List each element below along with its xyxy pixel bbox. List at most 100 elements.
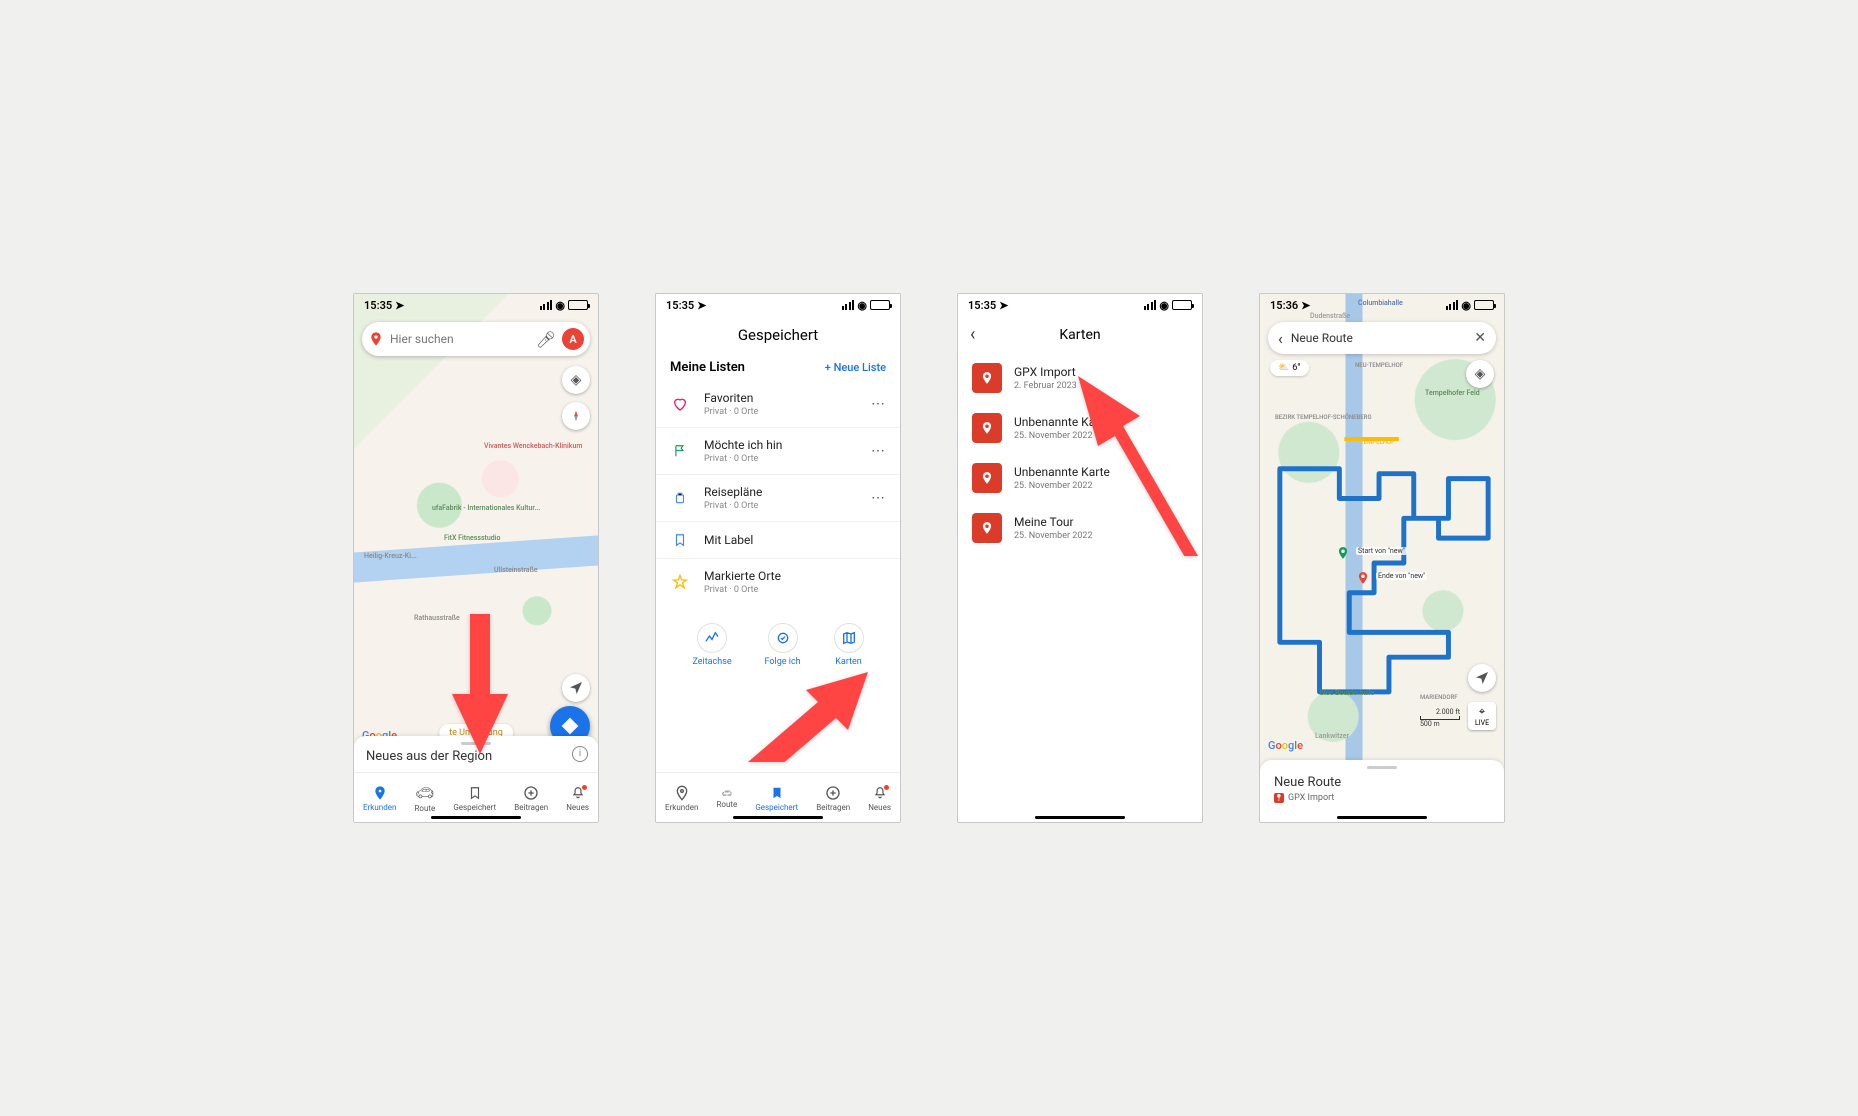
page-title: Karten	[958, 327, 1202, 343]
annotation-arrow	[1068, 376, 1198, 560]
more-icon[interactable]: ⋯	[871, 443, 886, 459]
wifi-icon: ◉	[555, 299, 565, 312]
map-pin-icon	[972, 363, 1002, 393]
locate-me-button[interactable]	[1468, 664, 1496, 692]
google-maps-icon	[368, 331, 384, 347]
map-label: bloc Boulderhalle	[1320, 689, 1374, 697]
map-label-culture: ufaFabrik - Internationales Kultur...	[432, 504, 540, 512]
map-label: BEZIRK TEMPELHOF-SCHÖNEBERG	[1275, 414, 1372, 421]
tab-explore[interactable]: Erkunden	[363, 785, 396, 812]
tab-route[interactable]: 🚗︎ Route	[414, 784, 435, 813]
google-logo: Google	[1268, 739, 1303, 752]
wifi-icon: ◉	[1461, 299, 1471, 312]
info-icon[interactable]: i	[572, 746, 588, 762]
profile-avatar[interactable]: A	[562, 328, 584, 350]
location-icon: ➤	[395, 299, 404, 312]
route-sheet-subtitle: 📍︎ GPX Import	[1274, 793, 1490, 803]
map-scale: 2.000 ft 500 m	[1420, 708, 1460, 728]
action-maps[interactable]: Karten	[834, 623, 864, 667]
plus-circle-icon	[523, 785, 539, 801]
tab-contribute[interactable]: Beitragen	[514, 785, 548, 812]
annotation-arrow	[748, 672, 868, 766]
heart-icon	[670, 396, 690, 412]
location-icon: ➤	[697, 299, 706, 312]
map-pin-icon	[972, 513, 1002, 543]
start-marker-label: Start von "new"	[1356, 547, 1407, 555]
sheet-handle[interactable]	[1367, 766, 1397, 769]
layers-button[interactable]: ◈	[1466, 360, 1494, 388]
compass-button[interactable]	[562, 402, 590, 430]
action-following[interactable]: Folge ich	[765, 623, 801, 667]
weather-chip[interactable]: ⛅6°	[1270, 360, 1309, 376]
list-row-starred[interactable]: Markierte OrtePrivat · 0 Orte	[656, 559, 900, 605]
bookmark-icon	[770, 785, 784, 801]
end-marker-label: Ende von "new"	[1376, 572, 1427, 580]
plus-circle-icon	[825, 785, 841, 801]
more-icon[interactable]: ⋯	[871, 490, 886, 506]
start-marker-icon	[1336, 544, 1350, 562]
home-indicator	[1035, 816, 1125, 820]
wifi-icon: ◉	[1159, 299, 1169, 312]
map-label: Tempelhofer Feld	[1425, 389, 1480, 397]
signal-icon	[1446, 300, 1459, 310]
microphone-icon[interactable]: 🎤︎	[536, 330, 556, 349]
locate-me-button[interactable]	[562, 674, 590, 702]
home-indicator	[1337, 816, 1427, 820]
tab-explore[interactable]: Erkunden	[665, 785, 698, 812]
list-row-labeled[interactable]: Mit Label	[656, 522, 900, 559]
bottom-tab-bar: Erkunden 🚗︎ Route Gespeichert Beitragen …	[354, 772, 598, 822]
pin-icon	[372, 785, 388, 801]
flag-icon	[670, 443, 690, 459]
tab-saved[interactable]: Gespeichert	[755, 785, 798, 812]
map-pin-icon	[972, 413, 1002, 443]
pin-icon	[674, 785, 690, 801]
live-view-button[interactable]: ⌖LIVE	[1468, 702, 1496, 730]
phone-2-saved-screen: 15:35➤ ◉ Gespeichert Meine Listen + Neue…	[655, 293, 901, 823]
battery-icon	[1172, 300, 1192, 310]
section-title: Meine Listen	[670, 360, 745, 375]
action-timeline[interactable]: Zeitachse	[692, 623, 731, 667]
route-name[interactable]: Neue Route	[1291, 331, 1466, 345]
list-row-favorites[interactable]: FavoritenPrivat · 0 Orte ⋯	[656, 381, 900, 428]
list-row-travel-plans[interactable]: ReiseplänePrivat · 0 Orte ⋯	[656, 475, 900, 522]
map-pin-icon	[972, 463, 1002, 493]
more-icon[interactable]: ⋯	[871, 396, 886, 412]
battery-icon	[1474, 300, 1494, 310]
search-bar[interactable]: Hier suchen 🎤︎ A	[362, 322, 590, 356]
tab-updates[interactable]: Neues	[566, 785, 589, 812]
car-icon: 🚗︎	[722, 789, 732, 798]
route-info-sheet[interactable]: Neue Route 📍︎ GPX Import	[1260, 760, 1504, 822]
phone-4-route-view-screen: Start von "new" Ende von "new" Columbiah…	[1259, 293, 1505, 823]
timeline-icon	[697, 623, 727, 653]
tab-saved[interactable]: Gespeichert	[453, 785, 496, 812]
signal-icon	[540, 300, 553, 310]
location-icon: ➤	[1301, 299, 1310, 312]
phone-3-maps-list-screen: 15:35➤ ◉ ‹ Karten GPX Import2. Februar 2…	[957, 293, 1203, 823]
list-row-want-to-go[interactable]: Möchte ich hinPrivat · 0 Orte ⋯	[656, 428, 900, 475]
new-list-button[interactable]: + Neue Liste	[825, 361, 886, 374]
map-label: NEU-TEMPELHOF	[1355, 362, 1403, 369]
close-button[interactable]: ✕	[1474, 330, 1486, 346]
map-label-church: Heilig-Kreuz-Ki...	[364, 552, 417, 560]
page-title: Gespeichert	[656, 316, 900, 354]
signal-icon	[1144, 300, 1157, 310]
map-label-fitness: FitX Fitnessstudio	[444, 534, 500, 542]
luggage-icon	[670, 490, 690, 506]
tiny-pin-icon: 📍︎	[1274, 793, 1284, 803]
map-label: Lankwitzer	[1315, 732, 1349, 740]
bookmark-icon	[468, 785, 482, 801]
layers-button[interactable]: ◈	[562, 366, 590, 394]
annotation-arrow	[450, 614, 510, 758]
route-title-bar: ‹ Neue Route ✕	[1268, 322, 1496, 354]
tab-updates[interactable]: Neues	[868, 785, 891, 812]
battery-icon	[568, 300, 588, 310]
map-label: MARIENDORF	[1420, 694, 1458, 701]
battery-icon	[870, 300, 890, 310]
tab-contribute[interactable]: Beitragen	[816, 785, 850, 812]
nav-header: ‹ Karten	[958, 316, 1202, 353]
end-marker-icon	[1356, 569, 1370, 587]
route-sheet-title: Neue Route	[1274, 775, 1490, 790]
back-button[interactable]: ‹	[1278, 329, 1283, 348]
tab-route[interactable]: 🚗︎Route	[716, 789, 737, 809]
signal-icon	[842, 300, 855, 310]
